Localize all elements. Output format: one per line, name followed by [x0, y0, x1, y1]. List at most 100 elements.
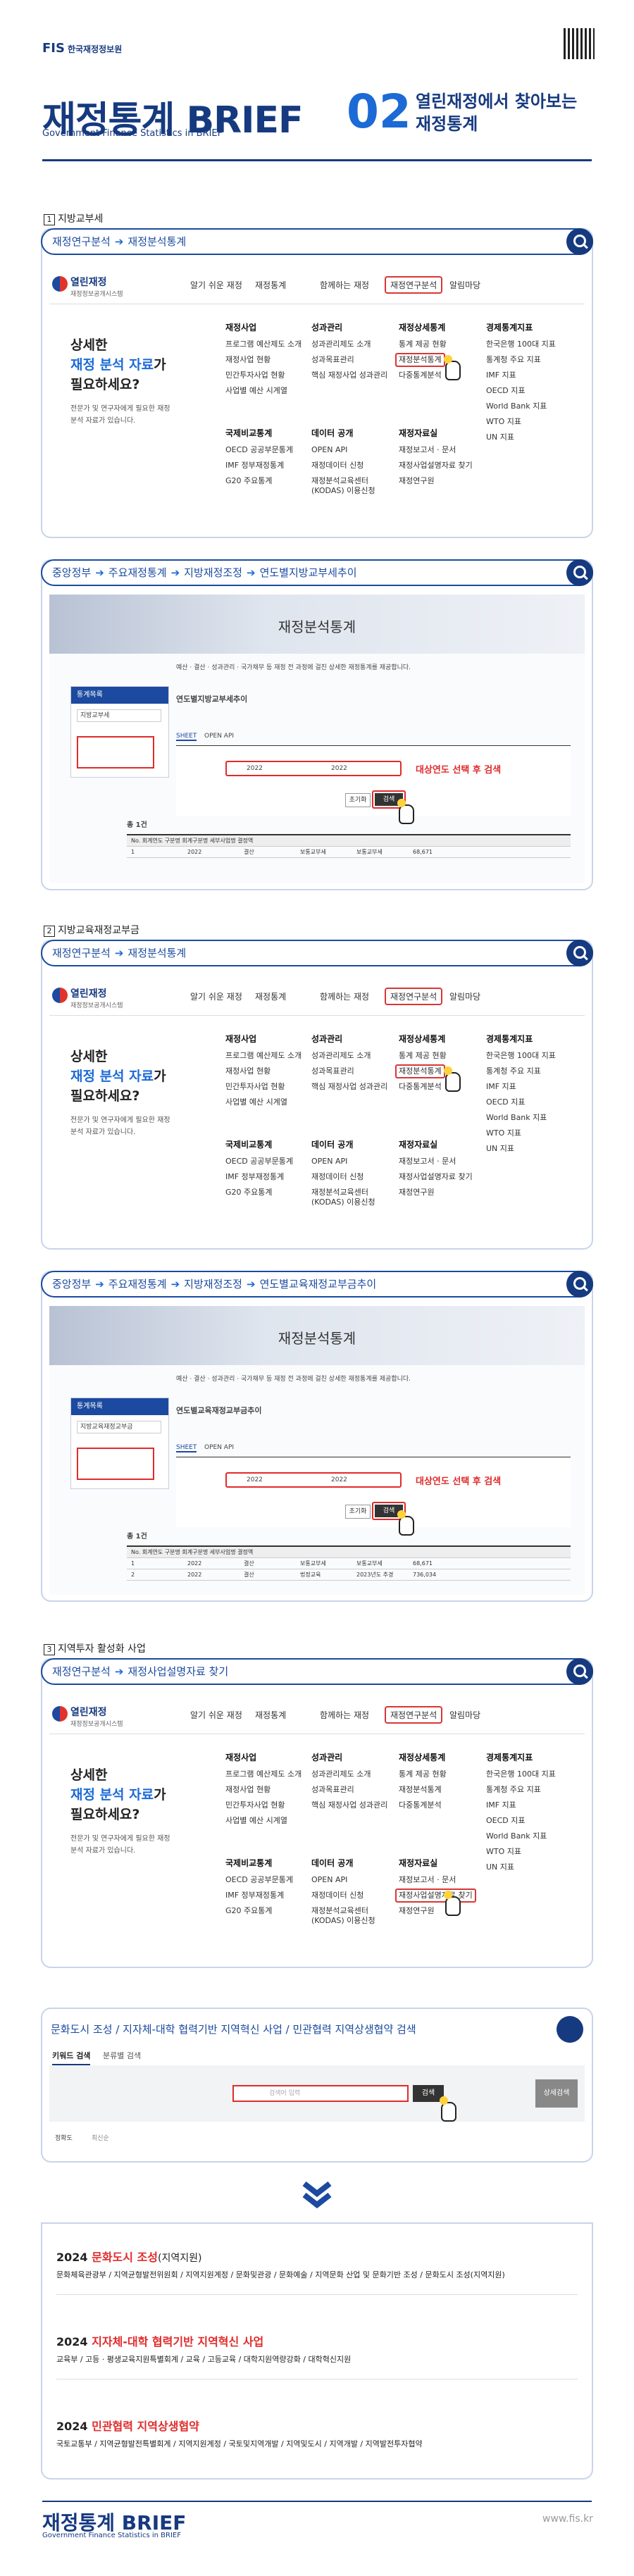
menu-item[interactable]: WTO 지표: [486, 1128, 521, 1138]
menu-item[interactable]: 통계 제공 현황: [399, 1051, 447, 1061]
menu-item[interactable]: IMF 지표: [486, 371, 516, 380]
nav-item[interactable]: 알기 쉬운 재정: [190, 1709, 242, 1721]
search-icon[interactable]: [557, 2016, 583, 2043]
menu-item[interactable]: G20 주요통계: [225, 1188, 273, 1197]
nav-item[interactable]: 알림마당: [449, 990, 480, 1002]
nav-item[interactable]: 함께하는 재정: [320, 1709, 369, 1721]
menu-item[interactable]: OECD 공공부문통계: [225, 1157, 293, 1166]
menu-item[interactable]: 사업별 예산 시계열: [225, 1097, 287, 1107]
menu-item[interactable]: 성과관리제도 소개: [311, 1769, 371, 1779]
menu-item[interactable]: 재정연구원: [399, 476, 435, 486]
menu-item[interactable]: OPEN API: [311, 1875, 347, 1885]
menu-item[interactable]: World Bank 지표: [486, 1113, 547, 1123]
year-from-select[interactable]: 2022: [247, 1476, 263, 1483]
nav-item[interactable]: 알기 쉬운 재정: [190, 990, 242, 1002]
menu-item[interactable]: IMF 지표: [486, 1800, 516, 1810]
menu-item[interactable]: 재정분석교육센터(KODAS) 이용신청: [311, 1188, 396, 1207]
menu-item[interactable]: 재정분석통계: [399, 1785, 442, 1795]
search-icon[interactable]: [566, 228, 593, 255]
menu-item[interactable]: WTO 지표: [486, 417, 521, 427]
menu-item[interactable]: OPEN API: [311, 445, 347, 455]
menu-item[interactable]: OECD 지표: [486, 386, 526, 396]
footer-url[interactable]: www.fis.kr: [542, 2513, 593, 2525]
menu-item[interactable]: 핵심 재정사업 성과관리: [311, 371, 387, 380]
menu-item[interactable]: World Bank 지표: [486, 1831, 547, 1841]
reset-button[interactable]: 초기화: [345, 1505, 371, 1519]
menu-item[interactable]: 사업별 예산 시계열: [225, 1816, 287, 1826]
menu-item[interactable]: 다중통계분석: [399, 1800, 442, 1810]
nav-item[interactable]: 알기 쉬운 재정: [190, 279, 242, 291]
tab-sheet[interactable]: SHEET: [176, 733, 197, 741]
sort-latest[interactable]: 최신순: [92, 2133, 109, 2142]
nav-item[interactable]: 재정통계: [255, 990, 286, 1002]
menu-item[interactable]: 프로그램 예산제도 소개: [225, 1051, 302, 1061]
menu-item[interactable]: 다중통계분석: [399, 1082, 442, 1092]
menu-item[interactable]: 통계청 주요 지표: [486, 1785, 541, 1795]
menu-item[interactable]: 재정분석교육센터(KODAS) 이용신청: [311, 1906, 396, 1926]
breadcrumb-search[interactable]: 재정연구분석 ➔ 재정분석통계: [41, 228, 593, 255]
menu-item[interactable]: OECD 지표: [486, 1097, 526, 1107]
menu-item[interactable]: 재정사업 현황: [225, 1785, 271, 1795]
menu-item[interactable]: 성과목표관리: [311, 1066, 354, 1076]
nav-item[interactable]: 알림마당: [449, 279, 480, 291]
search-icon[interactable]: [566, 1658, 593, 1685]
menu-item[interactable]: 통계청 주요 지표: [486, 1066, 541, 1076]
menu-item[interactable]: 통계 제공 현황: [399, 1769, 447, 1779]
tab-sheet[interactable]: SHEET: [176, 1444, 197, 1452]
menu-item[interactable]: 재정데이터 신청: [311, 1891, 363, 1900]
breadcrumb-search[interactable]: 중앙정부 ➔ 주요재정통계 ➔ 지방재정조정 ➔ 연도별지방교부세추이: [41, 559, 593, 586]
menu-item[interactable]: 한국은행 100대 지표: [486, 340, 556, 349]
menu-item[interactable]: WTO 지표: [486, 1847, 521, 1857]
menu-item[interactable]: 재정사업설명자료 찾기: [399, 461, 473, 471]
breadcrumb-search[interactable]: 중앙정부 ➔ 주요재정통계 ➔ 지방재정조정 ➔ 연도별교육재정교부금추이: [41, 1271, 593, 1298]
menu-item[interactable]: 재정데이터 신청: [311, 461, 363, 471]
brand-logo[interactable]: 열린재정 재정정보공개시스템: [52, 275, 123, 298]
menu-item[interactable]: 성과관리제도 소개: [311, 1051, 371, 1061]
sort-accuracy[interactable]: 정확도: [55, 2133, 73, 2142]
search-input[interactable]: 검색어 입력: [232, 2085, 409, 2102]
breadcrumb-search[interactable]: 재정연구분석 ➔ 재정사업설명자료 찾기: [41, 1658, 593, 1685]
menu-item[interactable]: 프로그램 예산제도 소개: [225, 340, 302, 349]
brand-logo[interactable]: 열린재정 재정정보공개시스템: [52, 986, 123, 1009]
menu-item[interactable]: UN 지표: [486, 433, 514, 442]
menu-item[interactable]: 통계청 주요 지표: [486, 355, 541, 365]
menu-item[interactable]: 재정연구원: [399, 1906, 435, 1916]
nav-item[interactable]: 재정연구분석: [385, 1706, 443, 1724]
menu-item[interactable]: 재정보고서 · 문서: [399, 445, 456, 455]
menu-item[interactable]: 핵심 재정사업 성과관리: [311, 1082, 387, 1092]
menu-item[interactable]: 민간투자사업 현황: [225, 371, 285, 380]
menu-item[interactable]: 사업별 예산 시계열: [225, 386, 287, 396]
menu-item[interactable]: 재정데이터 신청: [311, 1172, 363, 1182]
menu-item[interactable]: 재정분석교육센터(KODAS) 이용신청: [311, 476, 396, 496]
menu-item[interactable]: IMF 정부재정통계: [225, 461, 284, 471]
menu-item[interactable]: IMF 지표: [486, 1082, 516, 1092]
search-icon[interactable]: [566, 559, 593, 586]
nav-item[interactable]: 함께하는 재정: [320, 279, 369, 291]
menu-item[interactable]: 재정보고서 · 문서: [399, 1157, 456, 1166]
menu-item[interactable]: G20 주요통계: [225, 1906, 273, 1916]
menu-item[interactable]: 통계 제공 현황: [399, 340, 447, 349]
menu-item[interactable]: 재정사업 현황: [225, 355, 271, 365]
menu-item[interactable]: 한국은행 100대 지표: [486, 1051, 556, 1061]
menu-item[interactable]: 성과목표관리: [311, 1785, 354, 1795]
menu-item[interactable]: OPEN API: [311, 1157, 347, 1166]
nav-item[interactable]: 재정연구분석: [385, 988, 443, 1005]
breadcrumb-search[interactable]: 재정연구분석 ➔ 재정분석통계: [41, 940, 593, 966]
menu-item[interactable]: 재정사업 현황: [225, 1066, 271, 1076]
tab-category-search[interactable]: 분류별 검색: [103, 2050, 141, 2061]
tab-open-api[interactable]: OPEN API: [204, 1444, 234, 1451]
menu-item[interactable]: 핵심 재정사업 성과관리: [311, 1800, 387, 1810]
nav-item[interactable]: 알림마당: [449, 1709, 480, 1721]
nav-item[interactable]: 재정연구분석: [385, 276, 443, 294]
year-from-select[interactable]: 2022: [247, 765, 263, 772]
menu-item[interactable]: UN 지표: [486, 1144, 514, 1154]
menu-item[interactable]: OECD 공공부문통계: [225, 1875, 293, 1885]
nav-item[interactable]: 재정통계: [255, 1709, 286, 1721]
menu-item[interactable]: IMF 정부재정통계: [225, 1172, 284, 1182]
search-icon[interactable]: [566, 1271, 593, 1298]
menu-item[interactable]: 재정사업설명자료 찾기: [399, 1172, 473, 1182]
year-to-select[interactable]: 2022: [331, 765, 347, 772]
menu-item[interactable]: 재정연구원: [399, 1188, 435, 1197]
menu-item[interactable]: 재정보고서 · 문서: [399, 1875, 456, 1885]
search-icon[interactable]: [566, 940, 593, 966]
